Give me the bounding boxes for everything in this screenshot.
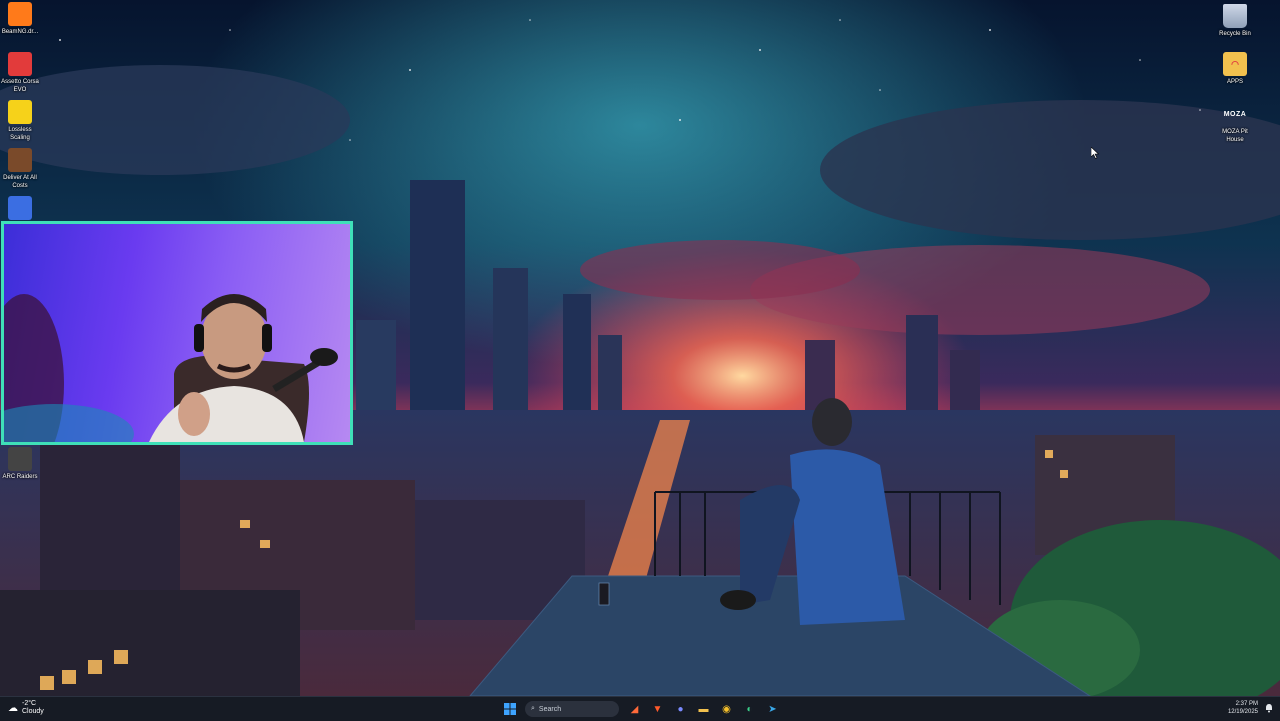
edge-button[interactable]: ◐ bbox=[741, 700, 759, 718]
desktop-shortcut-beamng[interactable]: BeamNG.dr... bbox=[0, 2, 40, 36]
desktop-icon-label: BeamNG.dr... bbox=[1, 29, 39, 35]
desktop-shortcut-deliver-at-all-costs[interactable]: Deliver At All Costs bbox=[0, 148, 40, 190]
weather-temperature: -2°C bbox=[22, 700, 37, 707]
beamng-icon bbox=[8, 2, 32, 26]
deliver-at-all-costs-icon bbox=[8, 148, 32, 172]
clock-time: 2:37 PM bbox=[1235, 701, 1258, 707]
discord-button[interactable]: ● bbox=[672, 700, 690, 718]
system-clock[interactable]: 2:37 PM 12/19/2025 bbox=[1228, 700, 1258, 716]
telegram-button[interactable]: ➤ bbox=[764, 700, 782, 718]
desktop-shortcut-arc-raiders[interactable]: ARC Raiders bbox=[0, 447, 40, 481]
taskbar: ☁ -2°C Cloudy ⌕ Search ◢ ▼ ● ▬ ◉ ◐ ➤ 2:3… bbox=[0, 696, 1280, 721]
file-explorer-icon: ▬ bbox=[698, 703, 709, 715]
windows-start-icon bbox=[503, 703, 516, 715]
game-launcher-button[interactable]: ◢ bbox=[626, 700, 644, 718]
notification-bell-icon[interactable] bbox=[1264, 703, 1274, 713]
apps-folder-shortcut[interactable]: ◠ APPS bbox=[1215, 52, 1255, 86]
weather-widget[interactable]: ☁ -2°C Cloudy bbox=[8, 700, 44, 716]
desktop-icon-label: ARC Raiders bbox=[2, 474, 38, 480]
game-launcher-icon: ◢ bbox=[630, 703, 639, 715]
clock-date: 12/19/2025 bbox=[1227, 709, 1258, 715]
folder-icon: ◠ bbox=[1223, 52, 1247, 76]
lossless-scaling-icon bbox=[8, 100, 32, 124]
weather-description: Cloudy bbox=[22, 708, 44, 715]
desktop-shortcut-lossless-scaling[interactable]: Lossless Scaling bbox=[0, 100, 40, 142]
desktop-shortcut-partial-game[interactable] bbox=[0, 196, 40, 220]
partial-game-icon bbox=[8, 196, 32, 220]
chrome-icon: ◉ bbox=[722, 703, 731, 715]
desktop-icon-label: Recycle Bin bbox=[1219, 31, 1251, 37]
desktop-icon-label: Lossless Scaling bbox=[8, 127, 32, 141]
mouse-cursor-icon bbox=[1091, 147, 1099, 159]
search-icon: ⌕ bbox=[531, 705, 535, 712]
webcam-overlay bbox=[1, 221, 353, 445]
desktop-icon-label: MOZA Pit House bbox=[1222, 129, 1248, 143]
start-button[interactable] bbox=[501, 700, 519, 718]
discord-icon: ● bbox=[677, 703, 684, 715]
recycle-bin-shortcut[interactable]: Recycle Bin bbox=[1215, 4, 1255, 38]
desktop-icon-label: Deliver At All Costs bbox=[3, 175, 37, 189]
chrome-button[interactable]: ◉ bbox=[718, 700, 736, 718]
desktop-icon-label: APPS bbox=[1226, 79, 1243, 85]
streamer-figure bbox=[4, 294, 338, 442]
arc-raiders-icon bbox=[8, 447, 32, 471]
recycle-bin-icon bbox=[1223, 4, 1247, 28]
desktop-icon-label: Assetto Corsa EVO bbox=[1, 79, 39, 93]
edge-icon: ◐ bbox=[746, 703, 753, 715]
desktop-shortcut-assetto-corsa[interactable]: Assetto Corsa EVO bbox=[0, 52, 40, 94]
moza-pit-house-shortcut[interactable]: MOZA MOZA Pit House bbox=[1215, 102, 1255, 144]
assetto-corsa-icon bbox=[8, 52, 32, 76]
telegram-icon: ➤ bbox=[768, 703, 777, 715]
weather-cloud-icon: ☁ bbox=[8, 702, 18, 714]
brave-button[interactable]: ▼ bbox=[649, 700, 667, 718]
moza-icon: MOZA bbox=[1223, 110, 1247, 118]
taskbar-search[interactable]: ⌕ Search bbox=[525, 701, 619, 717]
file-explorer-button[interactable]: ▬ bbox=[695, 700, 713, 718]
brave-icon: ▼ bbox=[652, 703, 663, 715]
search-placeholder: Search bbox=[538, 705, 562, 713]
